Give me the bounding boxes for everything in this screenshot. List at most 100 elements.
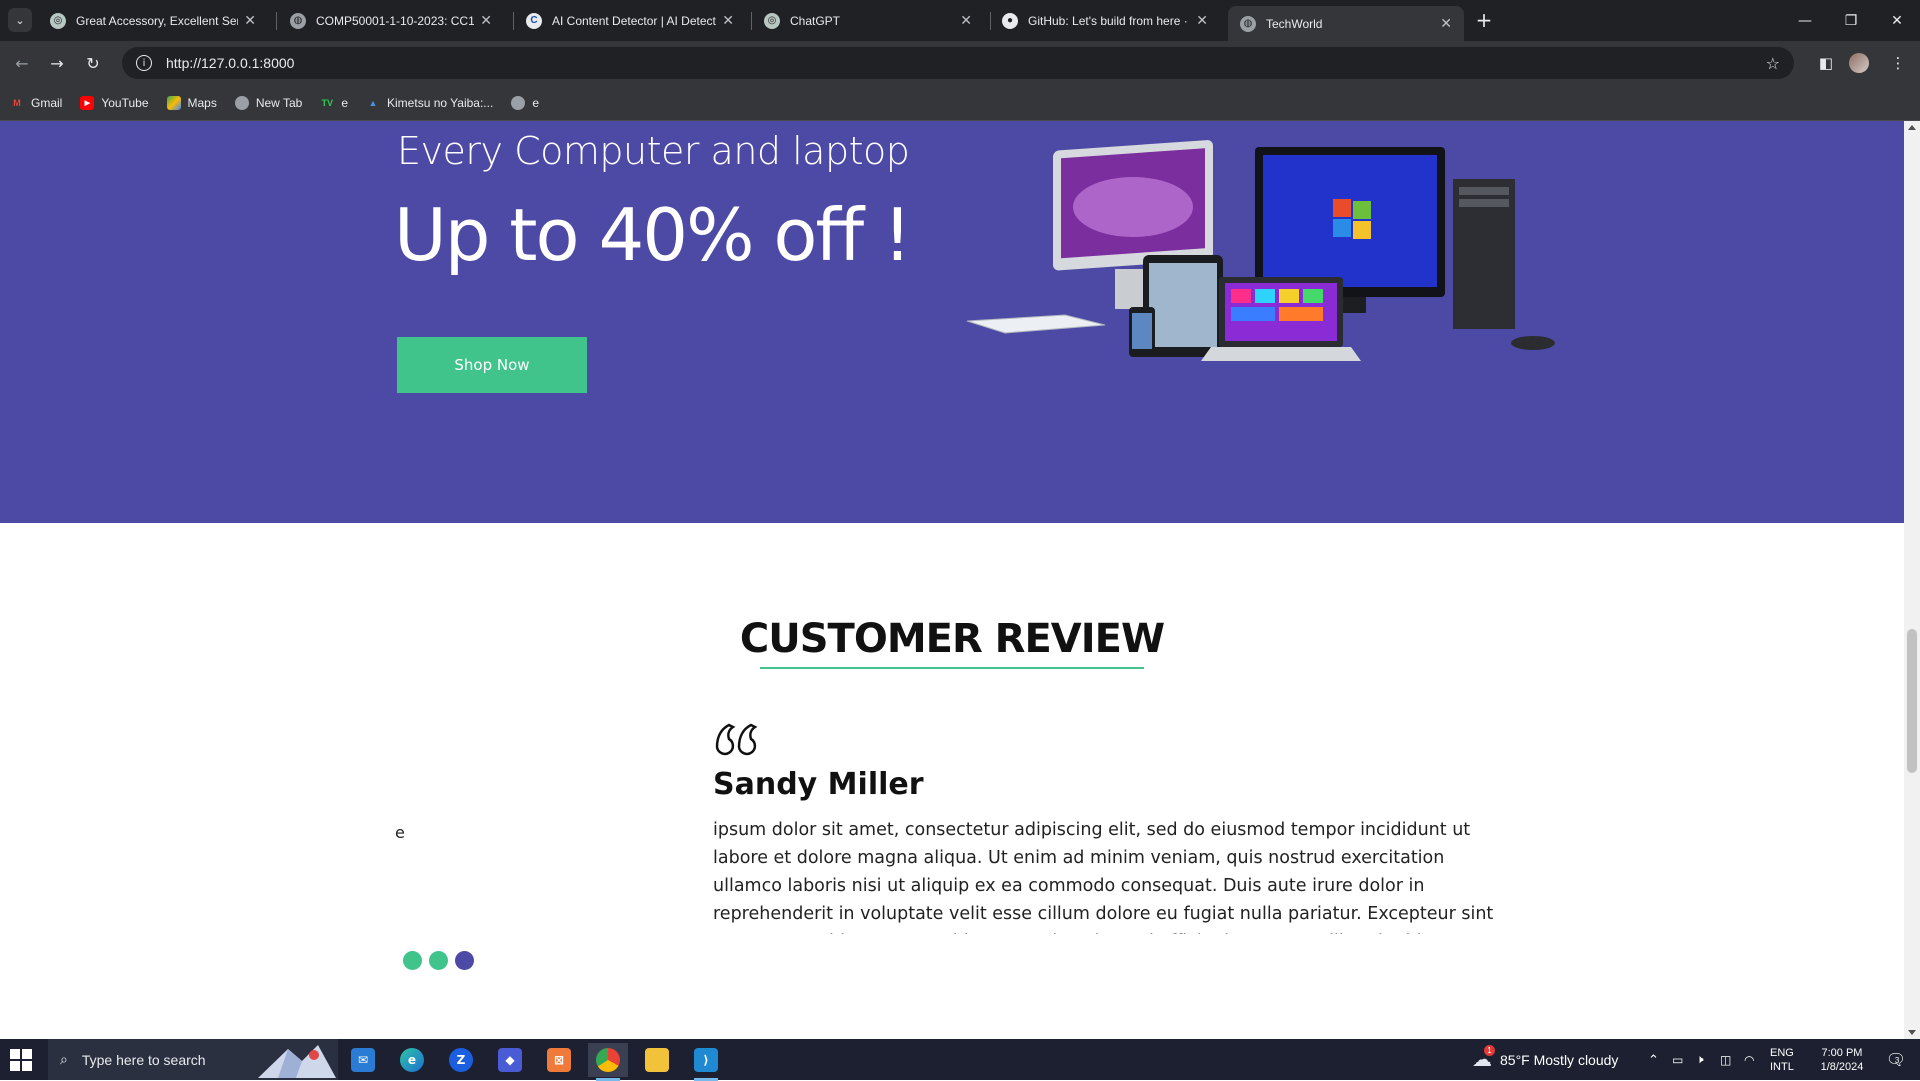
youtube-icon: ▶ [80, 95, 95, 110]
bookmark-kimetsu[interactable]: ▲ Kimetsu no Yaiba:... [366, 96, 494, 110]
app-icon: ◆ [498, 1048, 522, 1072]
clock[interactable]: 7:00 PM 1/8/2024 [1806, 1039, 1878, 1080]
close-icon[interactable]: ✕ [1196, 12, 1208, 29]
heading-underline [760, 667, 1144, 669]
weather-widget[interactable]: ☁ 1 85°F Mostly cloudy [1472, 1039, 1618, 1080]
taskbar-app[interactable]: ◆ [490, 1043, 530, 1077]
copyleaks-icon: C [526, 12, 542, 29]
bookmark-youtube[interactable]: ▶ YouTube [80, 95, 149, 110]
wifi-icon[interactable]: ◠ [1744, 1039, 1754, 1080]
tab-search-icon[interactable]: ⌄ [8, 8, 32, 32]
customer-review-heading: CUSTOMER REVIEW [739, 616, 1165, 662]
windows-taskbar: ⌕ Type here to search ✉ e Z ◆ ⊠ ⟩ ☁ 1 85°… [0, 1039, 1920, 1081]
input-language[interactable]: ENG INTL [1770, 1039, 1794, 1080]
close-icon[interactable]: ✕ [960, 12, 972, 29]
edge-icon: e [400, 1048, 424, 1072]
bookmark-new-tab[interactable]: New Tab [234, 95, 302, 110]
kimetsu-icon: ▲ [368, 97, 378, 108]
hero-title: Up to 40% off ! [394, 193, 912, 277]
bookmark-tv[interactable]: TV e [320, 96, 348, 110]
profile-avatar[interactable] [1849, 53, 1869, 73]
page-scrollbar[interactable] [1904, 121, 1920, 1039]
slider-dot-active[interactable] [455, 951, 474, 970]
hero-banner: Every Computer and laptop Up to 40% off … [0, 121, 1904, 523]
taskbar-mail[interactable]: ✉ [343, 1043, 383, 1077]
tv-icon: TV [321, 97, 334, 108]
hero-subtitle: Every Computer and laptop [397, 129, 910, 173]
chrome-icon [596, 1048, 620, 1072]
chatgpt-icon: ◎ [50, 12, 66, 29]
slider-dot[interactable] [429, 951, 448, 970]
reviewer-name: Sandy Miller [713, 767, 924, 802]
search-icon: ⌕ [60, 1051, 68, 1067]
browser-tab[interactable]: ◎ ChatGPT ✕ [752, 6, 984, 35]
bookmarks-bar: M Gmail ▶ YouTube Maps New Tab TV e ▲ Ki… [0, 85, 1920, 121]
slider-dots [403, 951, 481, 970]
show-hidden-icons[interactable]: ⌃ [1648, 1039, 1659, 1080]
quote-icon [715, 723, 758, 756]
taskbar-vscode[interactable]: ⟩ [686, 1043, 726, 1081]
taskbar-edge[interactable]: e [392, 1043, 432, 1077]
taskbar-file-explorer[interactable] [637, 1043, 677, 1077]
search-highlight-image [258, 1045, 336, 1078]
site-info-icon[interactable]: i [136, 55, 152, 71]
more-menu-icon[interactable]: ⋮ [1886, 51, 1910, 75]
chatgpt-icon: ◎ [764, 12, 780, 29]
bookmark-maps[interactable]: Maps [166, 95, 217, 110]
maps-icon [166, 95, 181, 110]
scroll-down-arrow-icon[interactable] [1908, 1030, 1916, 1035]
windows-start-icon[interactable] [10, 1049, 32, 1071]
close-window-icon[interactable]: ✕ [1874, 0, 1920, 41]
slider-dot[interactable] [403, 951, 422, 970]
url-text[interactable]: http://127.0.0.1:8000 [166, 55, 294, 71]
xampp-icon: ⊠ [547, 1048, 571, 1072]
page-viewport: Every Computer and laptop Up to 40% off … [0, 121, 1904, 1039]
scrollbar-thumb[interactable] [1907, 629, 1917, 773]
taskbar-chrome[interactable] [588, 1043, 628, 1081]
browser-tab-active[interactable]: ◍ TechWorld ✕ [1228, 6, 1464, 41]
back-arrow-icon[interactable]: ← [10, 51, 34, 75]
previous-slide-fragment: e [395, 823, 405, 842]
shop-now-button[interactable]: Shop Now [397, 337, 587, 393]
bookmark-e[interactable]: e [511, 95, 539, 110]
new-tab-icon[interactable]: + [1472, 8, 1496, 32]
close-icon[interactable]: ✕ [1440, 15, 1452, 32]
review-text: ipsum dolor sit amet, consectetur adipis… [713, 820, 1494, 934]
globe-icon [511, 95, 526, 110]
bookmark-star-icon[interactable]: ☆ [1766, 54, 1780, 73]
cloud-icon: ☁ 1 [1472, 1045, 1495, 1072]
close-icon[interactable]: ✕ [722, 12, 734, 29]
browser-toolbar: ← → ↻ i http://127.0.0.1:8000 ☆ ◧ ⋮ [0, 41, 1920, 85]
browser-tab-strip: ⌄ ◎ Great Accessory, Excellent Servi ✕ ◍… [0, 0, 1920, 41]
scroll-up-arrow-icon[interactable] [1908, 125, 1916, 130]
reload-icon[interactable]: ↻ [81, 51, 105, 75]
volume-muted-icon[interactable]: 🕨 [1696, 1039, 1704, 1080]
address-bar[interactable]: i http://127.0.0.1:8000 ☆ [122, 47, 1794, 79]
mail-icon: ✉ [351, 1048, 375, 1072]
taskbar-xampp[interactable]: ⊠ [539, 1043, 579, 1077]
browser-tab[interactable]: ● GitHub: Let's build from here · C ✕ [990, 6, 1220, 35]
browser-tab[interactable]: ◎ Great Accessory, Excellent Servi ✕ [38, 6, 268, 35]
bookmark-gmail[interactable]: M Gmail [10, 96, 62, 110]
close-icon[interactable]: ✕ [480, 12, 492, 29]
close-icon[interactable]: ✕ [244, 12, 256, 29]
vscode-icon: ⟩ [694, 1048, 718, 1072]
forward-arrow-icon[interactable]: → [45, 51, 69, 75]
notification-center[interactable]: 🗨 3 [1880, 1039, 1912, 1080]
folder-icon [645, 1048, 669, 1072]
globe-icon [234, 95, 249, 110]
notification-icon: 🗨 3 [1885, 1051, 1907, 1069]
restore-icon[interactable]: ❐ [1828, 0, 1874, 41]
github-icon: ● [1002, 12, 1018, 29]
meet-now-icon[interactable]: ◫ [1720, 1039, 1731, 1080]
minimize-icon[interactable]: — [1782, 0, 1828, 41]
globe-icon: ◍ [1240, 15, 1256, 32]
battery-icon[interactable]: ▭ [1672, 1039, 1683, 1080]
devices-product-image [966, 140, 1555, 361]
browser-tab[interactable]: ◍ COMP50001-1-10-2023: CC1 A ✕ [278, 6, 504, 35]
zalo-icon: Z [449, 1048, 473, 1072]
tab-divider [276, 12, 277, 30]
side-panel-icon[interactable]: ◧ [1814, 51, 1838, 75]
browser-tab[interactable]: C AI Content Detector | AI Detect ✕ [514, 6, 746, 35]
taskbar-zalo[interactable]: Z [441, 1043, 481, 1077]
